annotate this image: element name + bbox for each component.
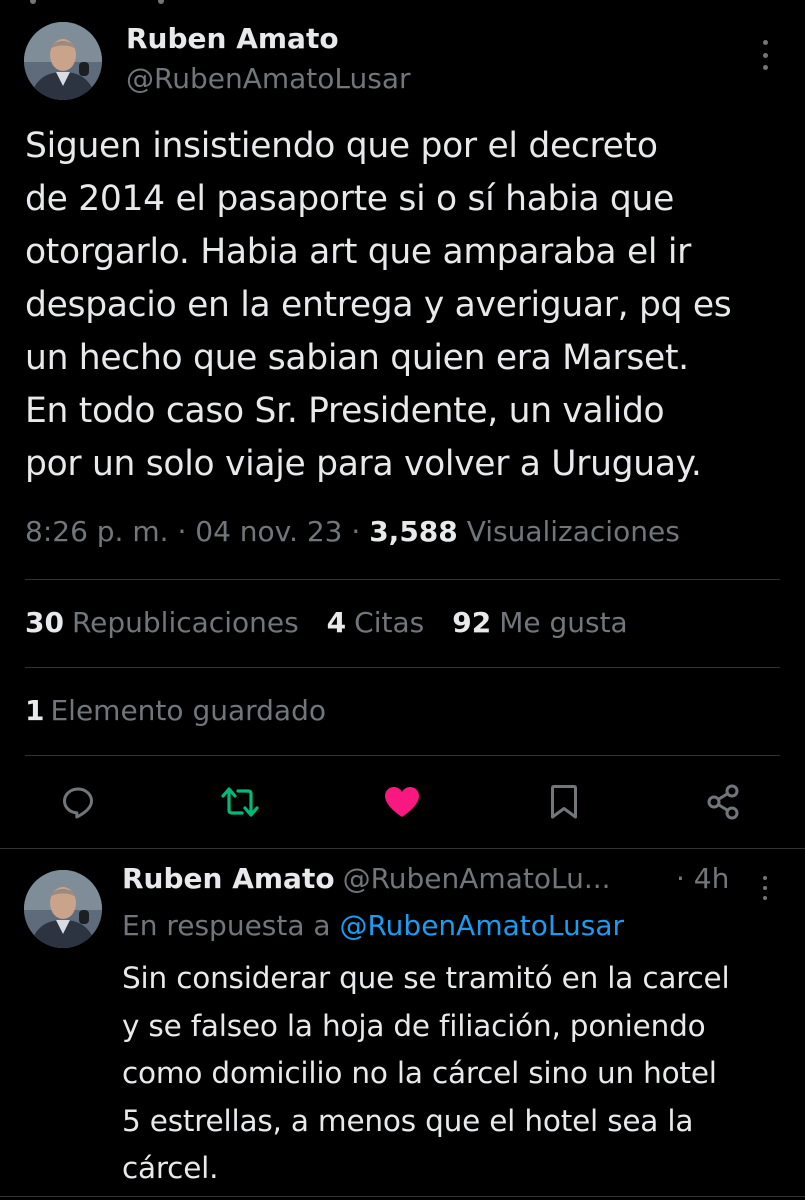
like-button[interactable] — [382, 782, 422, 822]
replying-to-mention[interactable]: @RubenAmatoLusar — [339, 909, 624, 942]
divider — [25, 667, 780, 668]
divider — [0, 1196, 805, 1197]
avatar[interactable] — [24, 22, 102, 100]
engagement-stats: 30 Republicaciones 4 Citas 92 Me gusta — [25, 606, 628, 639]
reply-icon — [63, 787, 93, 819]
bookmarks-label: Elemento guardado — [50, 694, 326, 727]
separator: · — [351, 515, 361, 548]
reply-author[interactable]: Ruben Amato @RubenAmatoLu... — [122, 862, 611, 895]
tweet-meta: 8:26 p. m. · 04 nov. 23 · 3,588 Visualiz… — [25, 515, 680, 548]
reply-text: Sin considerar que se tramitó en la carc… — [122, 961, 730, 1185]
tweet-date[interactable]: 04 nov. 23 — [195, 515, 342, 548]
likes-count: 92 — [452, 606, 492, 639]
reply-more-options-icon[interactable] — [758, 876, 772, 900]
reply-avatar[interactable] — [24, 870, 102, 948]
reposts-count: 30 — [25, 606, 64, 639]
author-handle[interactable]: @RubenAmatoLusar — [126, 62, 411, 95]
share-icon — [707, 784, 739, 820]
likes-stat[interactable]: 92 Me gusta — [452, 606, 628, 639]
repost-button[interactable] — [220, 782, 260, 822]
quotes-count: 4 — [326, 606, 347, 639]
replying-to: En respuesta a @RubenAmatoLusar — [122, 909, 624, 942]
repost-icon — [221, 787, 259, 817]
divider — [0, 848, 805, 849]
tweet-time[interactable]: 8:26 p. m. — [25, 515, 169, 548]
heart-icon — [385, 787, 419, 817]
reposts-stat[interactable]: 30 Republicaciones — [25, 606, 299, 639]
reply-button[interactable] — [58, 782, 98, 822]
share-button[interactable] — [704, 782, 744, 822]
quotes-stat[interactable]: 4 Citas — [327, 606, 425, 639]
previous-tweet-edge — [0, 0, 805, 6]
replying-to-prefix: En respuesta a — [122, 909, 331, 942]
views-count: 3,588 — [369, 515, 458, 548]
tweet-text: Siguen insistiendo que por el decreto de… — [25, 126, 732, 484]
views-label: Visualizaciones — [466, 515, 680, 548]
reply-author-handle[interactable]: @RubenAmatoLu... — [343, 862, 611, 895]
divider — [25, 755, 780, 756]
author-name[interactable]: Ruben Amato — [126, 22, 339, 55]
more-options-icon[interactable] — [758, 40, 772, 70]
bookmark-icon — [551, 785, 577, 819]
quotes-label: Citas — [354, 606, 425, 639]
bookmark-button[interactable] — [544, 782, 584, 822]
separator: · — [177, 515, 187, 548]
reposts-label: Republicaciones — [71, 606, 299, 639]
divider — [25, 579, 780, 580]
reply-author-name[interactable]: Ruben Amato — [122, 862, 335, 895]
bookmarks-count: 1 — [25, 694, 45, 727]
reply-time[interactable]: · 4h — [676, 862, 729, 895]
bookmarks-stat[interactable]: 1 Elemento guardado — [25, 694, 326, 727]
likes-label: Me gusta — [499, 606, 628, 639]
